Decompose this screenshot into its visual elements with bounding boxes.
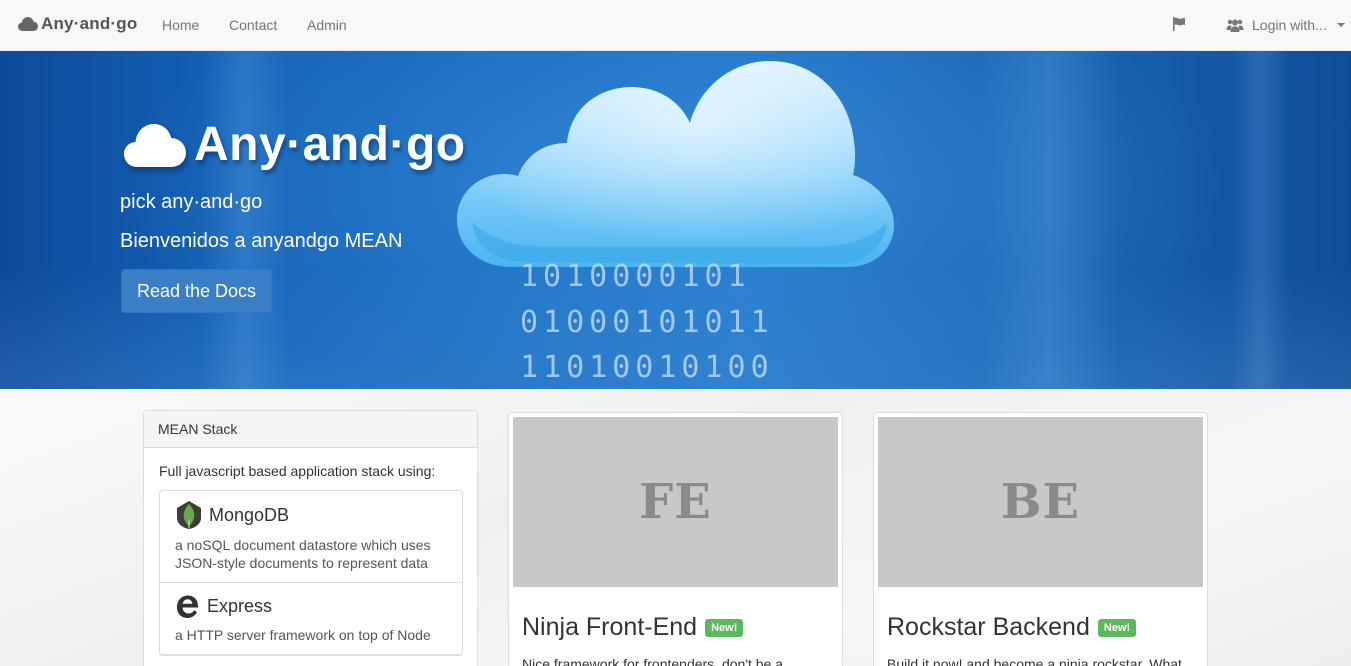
hero-subtitle: Bienvenidos a anyandgo MEAN [120, 230, 403, 252]
binary-line-3: 11010010100 [520, 350, 774, 385]
item-title-express: Express [207, 595, 273, 616]
list-item[interactable]: Express a HTTP server framework on top o… [160, 583, 462, 655]
item-desc: a noSQL document datastore which uses JS… [175, 537, 431, 571]
binary-line-2: 01000101011 [520, 305, 774, 340]
card-title: Ninja Front-End [522, 613, 698, 641]
list-item[interactable]: MongoDB a noSQL document datastore which… [160, 491, 462, 583]
brand-text: Any·and·go [41, 14, 138, 33]
item-desc: a HTTP server framework on top of Node [175, 627, 431, 643]
cloud-icon [124, 123, 186, 167]
navbar: Any·and·go Home Contact Admin Login with… [0, 0, 1351, 51]
nav-home[interactable]: Home [162, 17, 199, 33]
cloud-icon [18, 17, 38, 31]
read-docs-button[interactable]: Read the Docs [121, 269, 272, 313]
mongodb-leaf-icon [177, 501, 201, 529]
express-e-icon [177, 595, 198, 618]
card-thumbnail: BE [878, 417, 1203, 587]
card-thumbnail: FE [513, 417, 838, 587]
card-backend: BE Rockstar Backend New! Build it now! a… [873, 412, 1208, 666]
new-badge: New! [705, 618, 744, 637]
card-title: Rockstar Backend [887, 613, 1090, 641]
hero-banner: Any·and·go pick any·and·go Bienvenidos a… [0, 51, 1351, 389]
language-flag-button[interactable] [1172, 17, 1186, 36]
login-dropdown[interactable]: Login with... [1226, 17, 1345, 33]
item-title-mongodb: MongoDB [209, 504, 290, 525]
nav-contact[interactable]: Contact [229, 17, 277, 33]
login-label: Login with... [1252, 17, 1327, 33]
flag-icon [1173, 17, 1185, 31]
card-text: Build it now! and become a ninja rocksta… [887, 656, 1182, 666]
chevron-down-icon [1336, 23, 1345, 27]
users-icon [1226, 19, 1244, 32]
hero-cloud-illustration [457, 61, 894, 267]
new-badge: New! [1097, 618, 1137, 637]
panel-heading: MEAN Stack [144, 411, 477, 448]
card-text: Nice framework for frontenders, don't be… [522, 656, 784, 666]
brand-link[interactable]: Any·and·go [18, 14, 137, 34]
nav-admin[interactable]: Admin [307, 17, 347, 33]
hero-tagline: pick any·and·go [120, 191, 263, 213]
panel-intro: Full javascript based application stack … [159, 463, 436, 479]
hero-title: Any·and·go [124, 117, 466, 172]
card-frontend: FE Ninja Front-End New! Nice framework f… [508, 412, 843, 666]
mean-stack-panel: MEAN Stack Full javascript based applica… [143, 410, 478, 666]
stack-list: MongoDB a noSQL document datastore which… [159, 490, 463, 656]
binary-line-1: 1010000101 [520, 259, 751, 294]
